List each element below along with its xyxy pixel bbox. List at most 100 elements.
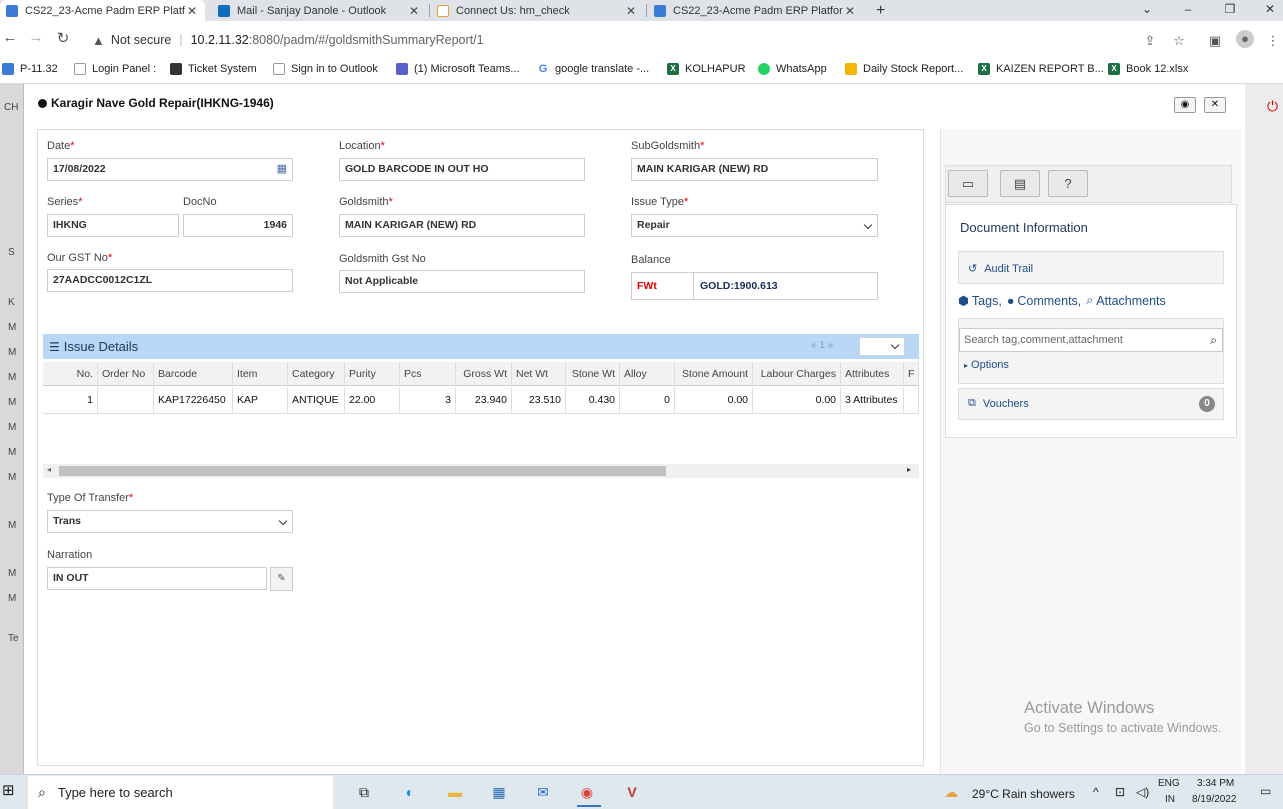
tab-erp-2[interactable]: CS22_23-Acme Padm ERP Platfor ✕: [648, 0, 863, 21]
gst-field[interactable]: 27AADCC0012C1ZL: [47, 269, 293, 292]
cell-category[interactable]: ANTIQUE: [288, 387, 345, 414]
clock-date[interactable]: 8/19/2022: [1192, 794, 1237, 805]
cell-item[interactable]: KAP: [233, 387, 288, 414]
tab-connect[interactable]: Connect Us: hm_check ✕: [431, 0, 644, 21]
goldsmith-field[interactable]: MAIN KARIGAR (NEW) RD: [339, 214, 585, 237]
bookmark-book12[interactable]: X Book 12.xlsx: [1108, 63, 1188, 75]
bookmark-login-panel[interactable]: Login Panel :: [74, 63, 156, 75]
volume-icon[interactable]: ◁): [1136, 785, 1149, 799]
cell-alloy[interactable]: 0: [620, 387, 675, 414]
network-icon[interactable]: ⊡: [1115, 785, 1125, 799]
minimize-icon[interactable]: –: [1168, 0, 1208, 21]
bookmark-outlook[interactable]: Sign in to Outlook: [273, 63, 378, 75]
col-f[interactable]: F: [904, 362, 919, 386]
audit-trail-link[interactable]: ↺ Audit Trail: [968, 262, 1033, 276]
close-tab-icon[interactable]: ✕: [624, 4, 638, 18]
col-attributes[interactable]: Attributes: [841, 362, 904, 386]
store-icon[interactable]: ▦: [487, 781, 511, 803]
windows-start-icon[interactable]: ⊞: [2, 782, 20, 800]
scroll-right-icon[interactable]: ▸: [907, 465, 911, 474]
app-v-icon[interactable]: V: [620, 781, 644, 803]
calendar-icon[interactable]: ▦: [277, 159, 287, 180]
tab-help-icon[interactable]: ?: [1048, 170, 1088, 197]
tab-search-chevron-icon[interactable]: ⌄: [1127, 0, 1167, 21]
search-icon[interactable]: ⌕: [1210, 329, 1217, 351]
docno-field[interactable]: 1946: [183, 214, 293, 237]
col-item[interactable]: Item: [233, 362, 288, 386]
issue-type-select[interactable]: Repair: [631, 214, 878, 237]
subgoldsmith-field[interactable]: MAIN KARIGAR (NEW) RD: [631, 158, 878, 181]
page-size-select[interactable]: [859, 337, 905, 356]
tab-outlook[interactable]: Mail - Sanjay Danole - Outlook ✕: [212, 0, 427, 21]
chrome-icon[interactable]: ◉: [575, 781, 599, 803]
tray-chevron-icon[interactable]: ^: [1093, 785, 1099, 799]
goldsmith-gst-field[interactable]: Not Applicable: [339, 270, 585, 293]
col-purity[interactable]: Purity: [345, 362, 400, 386]
pager[interactable]: « 1 »: [811, 340, 833, 351]
share-icon[interactable]: ⇪: [1141, 33, 1159, 49]
address-bar[interactable]: ▲ Not secure | 10.2.11.32:8080/padm/#/go…: [84, 27, 1200, 53]
close-tab-icon[interactable]: ✕: [843, 4, 857, 18]
clock-time[interactable]: 3:34 PM: [1197, 778, 1234, 789]
narration-picker-button[interactable]: ✎: [270, 567, 293, 591]
cell-attributes[interactable]: 3 Attributes: [841, 387, 904, 414]
sidepanel-icon[interactable]: ▣: [1206, 33, 1224, 49]
table-row[interactable]: 1 KAP17226450 KAP ANTIQUE 22.00 3 23.940…: [43, 387, 919, 414]
language-indicator[interactable]: ENG: [1158, 778, 1180, 789]
bookmark-daily-stock[interactable]: Daily Stock Report...: [845, 63, 963, 75]
weather-icon[interactable]: ☁: [944, 784, 958, 801]
col-stone-amount[interactable]: Stone Amount: [675, 362, 753, 386]
close-modal-button[interactable]: ✕: [1204, 97, 1226, 113]
taskbar-search[interactable]: ⌕ Type here to search: [28, 776, 333, 809]
mail-icon[interactable]: ✉: [531, 781, 555, 803]
profile-avatar-icon[interactable]: ●: [1236, 30, 1254, 48]
tag-search-input[interactable]: Search tag,comment,attachment ⌕: [959, 328, 1223, 352]
scrollbar-thumb[interactable]: [59, 466, 666, 476]
close-tab-icon[interactable]: ✕: [185, 4, 199, 18]
bookmark-kaizen[interactable]: X KAIZEN REPORT B...: [978, 63, 1104, 75]
col-no[interactable]: No.: [43, 362, 98, 386]
cell-gross-wt[interactable]: 23.940: [456, 387, 512, 414]
forward-arrow-icon[interactable]: →: [26, 29, 46, 46]
bookmark-kolhapur[interactable]: X KOLHAPUR: [667, 63, 746, 75]
cell-purity[interactable]: 22.00: [345, 387, 400, 414]
task-view-icon[interactable]: ⧉: [352, 781, 376, 803]
new-tab-button[interactable]: +: [870, 0, 894, 21]
col-stone-wt[interactable]: Stone Wt: [566, 362, 620, 386]
col-order-no[interactable]: Order No: [98, 362, 154, 386]
vouchers-link[interactable]: ⧉ Vouchers: [968, 397, 1029, 410]
cell-labour-charges[interactable]: 0.00: [753, 387, 841, 414]
col-alloy[interactable]: Alloy: [620, 362, 675, 386]
file-explorer-icon[interactable]: ▬: [443, 781, 467, 803]
col-category[interactable]: Category: [288, 362, 345, 386]
bookmark-star-icon[interactable]: ☆: [1170, 33, 1188, 49]
region-indicator[interactable]: IN: [1165, 794, 1175, 805]
options-toggle[interactable]: ▸ Options: [964, 359, 1009, 371]
bookmark-p1132[interactable]: P-11.32: [2, 63, 58, 75]
tab-erp-active[interactable]: CS22_23-Acme Padm ERP Platfor ✕: [0, 0, 205, 21]
transfer-select[interactable]: Trans: [47, 510, 293, 533]
back-arrow-icon[interactable]: ←: [0, 29, 20, 46]
close-window-icon[interactable]: ✕: [1250, 0, 1283, 21]
col-labour-charges[interactable]: Labour Charges: [753, 362, 841, 386]
tags-comments-attachments[interactable]: ⬢ Tags, ● Comments, ⌕ Attachments: [958, 293, 1166, 308]
restore-icon[interactable]: ❐: [1210, 0, 1250, 21]
cell-barcode[interactable]: KAP17226450: [154, 387, 233, 414]
cell-stone-amount[interactable]: 0.00: [675, 387, 753, 414]
menu-kebab-icon[interactable]: ⋮: [1264, 33, 1282, 49]
tab-card-icon[interactable]: ▭: [948, 170, 988, 197]
bookmark-ticket-system[interactable]: Ticket System: [170, 63, 257, 75]
cell-order-no[interactable]: [98, 387, 154, 414]
col-pcs[interactable]: Pcs: [400, 362, 456, 386]
bookmark-teams[interactable]: (1) Microsoft Teams...: [396, 63, 520, 75]
bookmark-google-translate[interactable]: Ggoogle translate -...: [537, 63, 649, 75]
hide-eye-icon[interactable]: ◉: [1174, 97, 1196, 113]
bookmark-whatsapp[interactable]: WhatsApp: [758, 63, 827, 75]
tab-book-icon[interactable]: ▤: [1000, 170, 1040, 197]
cell-net-wt[interactable]: 23.510: [512, 387, 566, 414]
cell-stone-wt[interactable]: 0.430: [566, 387, 620, 414]
notifications-icon[interactable]: ▭: [1260, 784, 1271, 798]
weather-text[interactable]: 29°C Rain showers: [972, 787, 1075, 801]
close-tab-icon[interactable]: ✕: [407, 4, 421, 18]
cell-pcs[interactable]: 3: [400, 387, 456, 414]
